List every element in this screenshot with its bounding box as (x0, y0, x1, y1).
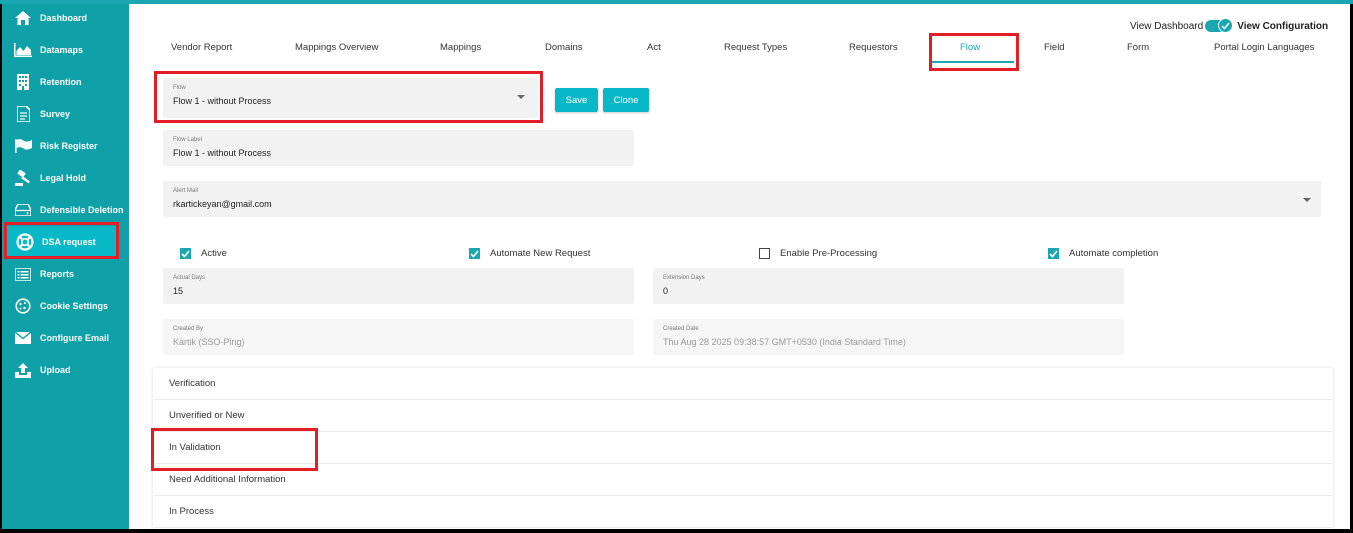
app-window: Dashboard Datamaps Retention Survey Risk… (2, 4, 1350, 529)
sidebar-item-configure-email[interactable]: Configure Email (2, 322, 129, 354)
sidebar-item-label: Survey (40, 109, 71, 119)
sidebar-item-reports[interactable]: Reports (2, 258, 129, 290)
tab-act[interactable]: Act (647, 42, 661, 53)
sidebar-item-label: DSA request (42, 237, 96, 247)
sidebar-item-label: Upload (40, 365, 71, 375)
stage-item-unverified-or-new[interactable]: Unverified or New (153, 400, 1333, 432)
sidebar-item-risk-register[interactable]: Risk Register (2, 130, 129, 162)
flow-label-field[interactable]: Flow Label Flow 1 - without Process (163, 130, 634, 166)
sidebar-item-datamaps[interactable]: Datamaps (2, 34, 129, 66)
extension-days-label: Extension Days (663, 275, 705, 281)
tab-vendor-report[interactable]: Vendor Report (171, 42, 232, 53)
sidebar-item-cookie-settings[interactable]: Cookie Settings (2, 290, 129, 322)
extension-days-value: 0 (663, 286, 669, 296)
sidebar-item-label: Legal Hold (40, 173, 87, 183)
tab-portal-login-languages[interactable]: Portal Login Languages (1214, 42, 1314, 53)
sidebar-item-label: Configure Email (40, 333, 110, 343)
checkbox-checked-icon (1048, 248, 1059, 259)
checkbox-checked-icon (180, 248, 191, 259)
building-icon (14, 73, 32, 91)
view-toggle[interactable]: View Dashboard View Configuration (1130, 18, 1329, 33)
tab-flow[interactable]: Flow (960, 42, 980, 53)
chevron-down-icon (517, 95, 525, 99)
area-chart-icon (14, 41, 32, 59)
sidebar-item-label: Defensible Deletion (40, 205, 124, 215)
upload-icon (14, 361, 32, 379)
sidebar-item-upload[interactable]: Upload (2, 354, 129, 386)
sidebar-item-label: Retention (40, 77, 82, 87)
tab-domains[interactable]: Domains (545, 42, 583, 53)
sidebar-item-survey[interactable]: Survey (2, 98, 129, 130)
sidebar-item-dsa-request[interactable]: DSA request (4, 226, 116, 258)
sidebar-item-legal-hold[interactable]: Legal Hold (2, 162, 129, 194)
save-button[interactable]: Save (555, 88, 598, 112)
tab-request-types[interactable]: Request Types (724, 42, 787, 53)
view-dashboard-label: View Dashboard (1130, 20, 1204, 32)
automate-completion-checkbox[interactable]: Automate completion (1048, 248, 1158, 259)
document-icon (14, 105, 32, 123)
toggle-switch[interactable] (1205, 18, 1234, 33)
created-by-value: Kartik (SSO-Ping) (173, 337, 245, 347)
created-date-label: Created Date (663, 326, 699, 332)
mail-icon (14, 329, 32, 347)
sidebar: Dashboard Datamaps Retention Survey Risk… (2, 4, 129, 529)
actual-days-value: 15 (173, 286, 184, 296)
flow-select[interactable]: Flow Flow 1 - without Process (163, 78, 538, 118)
automate-new-request-checkbox[interactable]: Automate New Request (469, 248, 590, 259)
chevron-down-icon (1303, 198, 1311, 202)
extension-days-field[interactable]: Extension Days 0 (653, 268, 1124, 304)
flow-select-value: Flow 1 - without Process (173, 96, 272, 106)
home-icon (14, 9, 32, 27)
tab-form[interactable]: Form (1127, 42, 1149, 53)
alert-mail-label: Alert Mail (173, 188, 199, 194)
checkbox-checked-icon (469, 248, 480, 259)
gavel-icon (14, 169, 32, 187)
check-icon (1218, 18, 1234, 33)
sidebar-item-label: Risk Register (40, 141, 98, 151)
sidebar-item-label: Datamaps (40, 45, 84, 55)
alert-mail-select[interactable]: Alert Mail rkartickeyan@gmail.com (163, 181, 1321, 217)
checkbox-label: Active (201, 248, 227, 259)
flag-icon (14, 137, 32, 155)
sidebar-item-label: Dashboard (40, 13, 88, 23)
checkbox-unchecked-icon (759, 248, 770, 259)
stage-item-in-validation[interactable]: In Validation (153, 432, 1333, 464)
sidebar-item-defensible-deletion[interactable]: Defensible Deletion (2, 194, 129, 226)
enable-pre-processing-checkbox[interactable]: Enable Pre-Processing (759, 248, 877, 259)
sidebar-item-label: Cookie Settings (40, 301, 109, 311)
actual-days-label: Actual Days (173, 275, 206, 281)
checkbox-label: Automate completion (1069, 248, 1159, 259)
flow-label-value: Flow 1 - without Process (173, 148, 272, 158)
actual-days-field[interactable]: Actual Days 15 (163, 268, 634, 304)
stage-list: Verification Unverified or New In Valida… (153, 368, 1333, 529)
active-checkbox[interactable]: Active (180, 248, 227, 259)
created-by-label: Created By (173, 326, 204, 332)
flow-label-label: Flow Label (173, 137, 203, 143)
sidebar-item-retention[interactable]: Retention (2, 66, 129, 98)
drive-icon (14, 201, 32, 219)
stage-item-in-process[interactable]: In Process (153, 496, 1333, 528)
stage-item-verification[interactable]: Verification (153, 368, 1333, 400)
cookie-icon (14, 297, 32, 315)
clone-button[interactable]: Clone (603, 88, 649, 112)
checkbox-label: Automate New Request (490, 248, 591, 259)
tab-mappings[interactable]: Mappings (440, 42, 481, 53)
created-date-field: Created Date Thu Aug 28 2025 09:38:57 GM… (653, 319, 1124, 355)
list-icon (14, 265, 32, 283)
sidebar-item-label: Reports (40, 269, 75, 279)
flow-select-label: Flow (173, 85, 186, 91)
stage-item-need-additional-information[interactable]: Need Additional Information (153, 464, 1333, 496)
tab-field[interactable]: Field (1044, 42, 1065, 53)
created-date-value: Thu Aug 28 2025 09:38:57 GMT+0530 (India… (663, 337, 906, 347)
created-by-field: Created By Kartik (SSO-Ping) (163, 319, 634, 355)
checkbox-label: Enable Pre-Processing (780, 248, 878, 259)
alert-mail-value: rkartickeyan@gmail.com (173, 199, 272, 209)
tab-mappings-overview[interactable]: Mappings Overview (295, 42, 378, 53)
tab-requestors[interactable]: Requestors (849, 42, 898, 53)
sidebar-item-dashboard[interactable]: Dashboard (2, 4, 129, 34)
lifebuoy-icon (16, 233, 34, 251)
active-tab-indicator (932, 61, 1014, 63)
view-configuration-label: View Configuration (1237, 20, 1329, 32)
